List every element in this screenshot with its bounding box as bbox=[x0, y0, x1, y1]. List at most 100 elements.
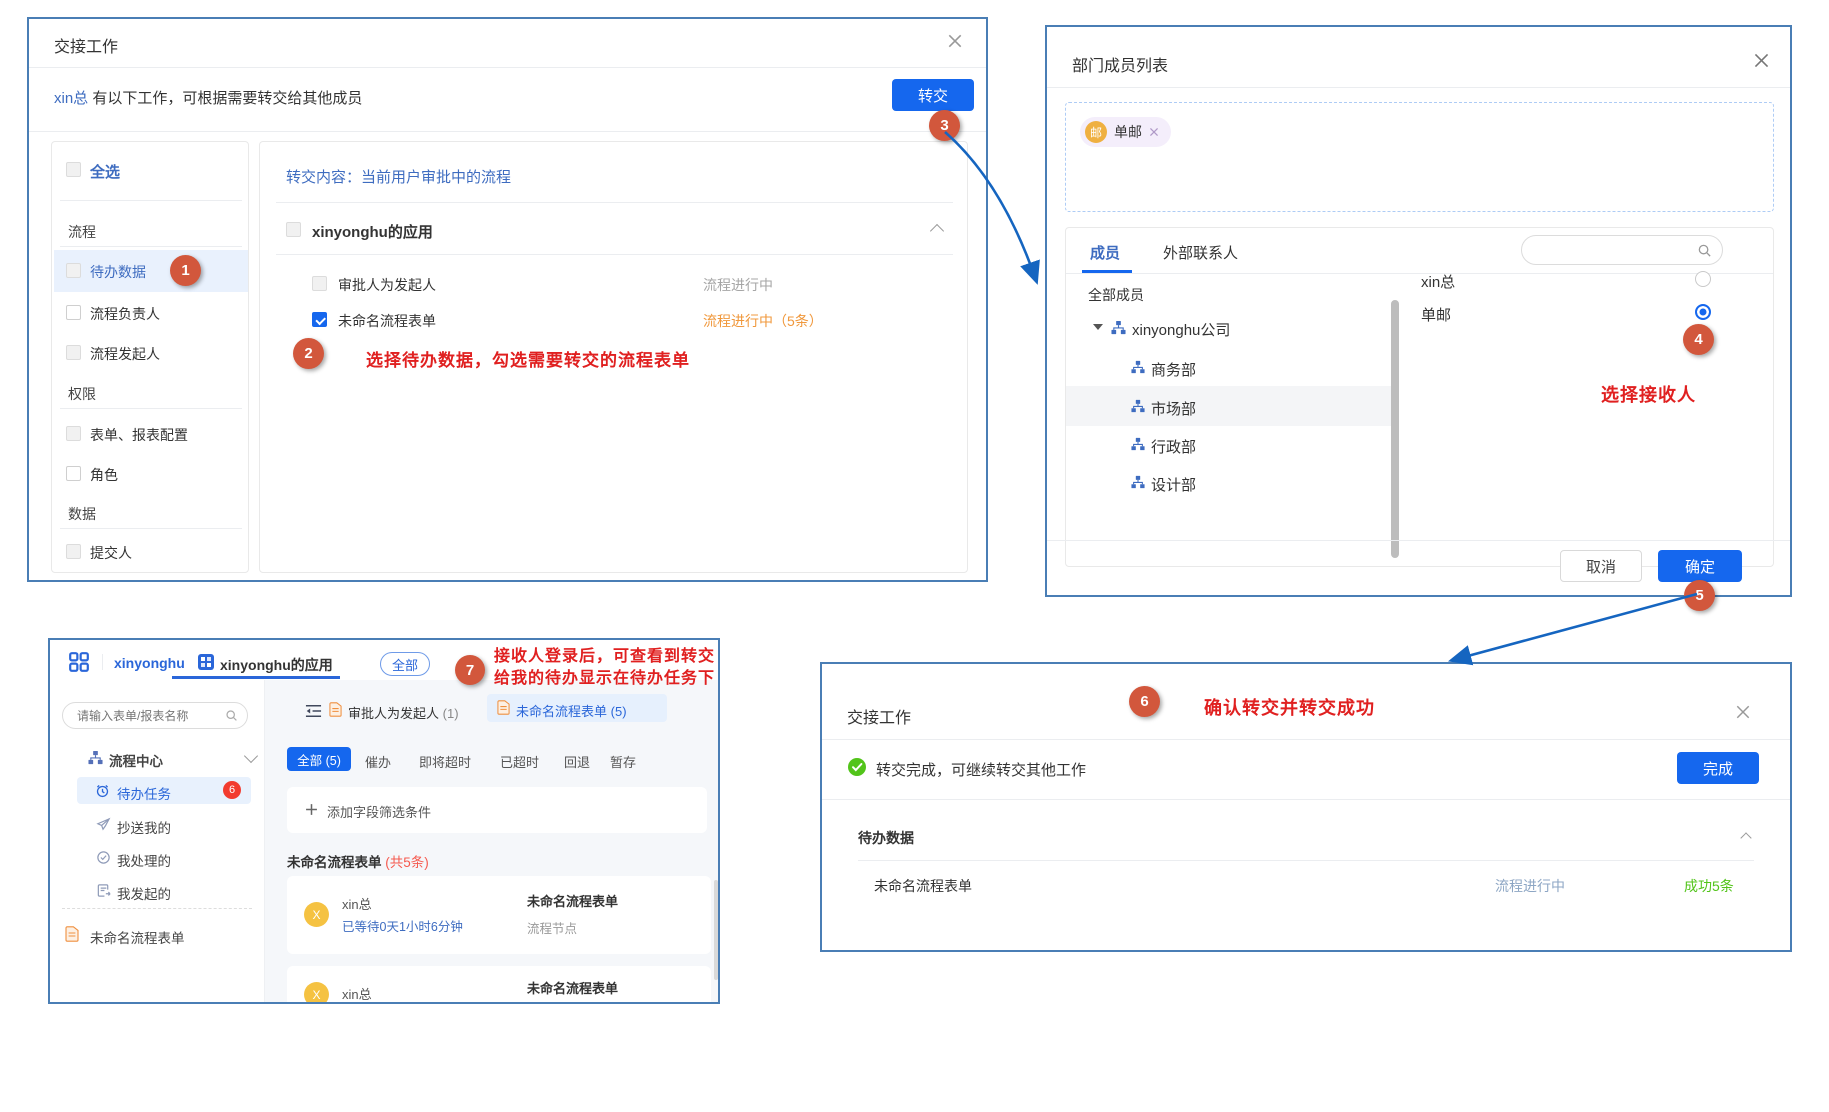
confirm-button[interactable]: 确定 bbox=[1658, 550, 1742, 582]
todo-data-label[interactable]: 待办数据 bbox=[90, 262, 146, 282]
nav-todo-label[interactable]: 待办任务 bbox=[117, 783, 171, 803]
success-check-icon bbox=[847, 757, 867, 777]
tree-dept-label[interactable]: 商务部 bbox=[1151, 359, 1196, 380]
subtitle-user: xin总 bbox=[54, 90, 88, 107]
chevron-down-icon[interactable] bbox=[244, 749, 258, 763]
avatar: 邮 bbox=[1085, 121, 1107, 143]
tab-form-label[interactable]: 未命名流程表单 bbox=[516, 704, 607, 719]
todo-card-1[interactable]: X xin总 已等待0天1小时6分钟 未命名流程表单 流程节点 bbox=[287, 876, 711, 954]
result-form-label: 未命名流程表单 bbox=[874, 876, 972, 896]
remove-tag-icon[interactable] bbox=[1149, 127, 1159, 137]
sidebar-item-submitter[interactable]: 提交人 bbox=[90, 543, 132, 563]
nav-item-form[interactable]: 未命名流程表单 bbox=[90, 927, 185, 947]
document-icon bbox=[497, 700, 510, 715]
divider bbox=[102, 654, 103, 670]
section-data: 数据 bbox=[68, 504, 96, 524]
member-radio[interactable] bbox=[1695, 271, 1711, 287]
sidebar-item-owner[interactable]: 流程负责人 bbox=[90, 304, 160, 324]
sidebar-item-role[interactable]: 角色 bbox=[90, 465, 118, 485]
filter-urge[interactable]: 催办 bbox=[365, 752, 391, 771]
result-success: 成功5条 bbox=[1684, 876, 1734, 896]
member-row-1[interactable]: xin总 bbox=[1406, 266, 1766, 296]
todo-card-2[interactable]: X xin总 未命名流程表单 bbox=[287, 966, 711, 1004]
tutorial-canvas: 交接工作 xin总 有以下工作，可根据需要转交给其他成员 转交 3 全选 流程 … bbox=[0, 0, 1829, 1112]
select-all-checkbox[interactable] bbox=[66, 162, 81, 177]
initiator-checkbox[interactable] bbox=[66, 345, 81, 360]
divider bbox=[60, 246, 242, 247]
add-filter-box[interactable]: 添加字段筛选条件 bbox=[287, 787, 707, 833]
app-group-checkbox[interactable] bbox=[286, 222, 301, 237]
close-icon[interactable] bbox=[1753, 52, 1770, 69]
member-name: xin总 bbox=[1421, 271, 1455, 292]
tab-external[interactable]: 外部联系人 bbox=[1163, 242, 1238, 263]
tree-node-dept2[interactable]: 市场部 bbox=[1066, 386, 1391, 426]
sidebar-item-todo-data[interactable]: 待办数据 bbox=[54, 250, 248, 292]
close-icon[interactable] bbox=[947, 33, 963, 49]
dashed-divider bbox=[62, 908, 252, 909]
org-icon bbox=[1131, 437, 1145, 451]
search-icon[interactable] bbox=[225, 709, 238, 722]
chevron-up-icon[interactable] bbox=[930, 224, 944, 238]
submitter-checkbox[interactable] bbox=[66, 544, 81, 559]
sidebar-item-form-report[interactable]: 表单、报表配置 bbox=[90, 425, 188, 445]
select-all-label[interactable]: 全选 bbox=[90, 161, 120, 182]
filter-soon-overdue[interactable]: 即将超时 bbox=[419, 752, 471, 771]
tree-node-dept1[interactable]: 商务部 bbox=[1066, 350, 1391, 386]
divider bbox=[60, 200, 242, 201]
grid-icon[interactable] bbox=[68, 651, 90, 673]
nav-item-processed[interactable]: 我处理的 bbox=[117, 850, 171, 870]
filter-draft[interactable]: 暂存 bbox=[610, 752, 636, 771]
row1-checkbox[interactable] bbox=[312, 276, 327, 291]
nav-item-initiated[interactable]: 我发起的 bbox=[117, 883, 171, 903]
tab-members[interactable]: 成员 bbox=[1090, 242, 1120, 263]
tree-node-company[interactable]: xinyonghu公司 bbox=[1066, 312, 1391, 346]
close-icon[interactable] bbox=[1735, 704, 1751, 720]
cancel-button[interactable]: 取消 bbox=[1560, 550, 1642, 582]
selected-members-box[interactable]: 邮 单邮 bbox=[1065, 102, 1774, 212]
owner-checkbox[interactable] bbox=[66, 305, 81, 320]
chevron-up-icon[interactable] bbox=[1740, 832, 1751, 843]
sidebar-item-initiator[interactable]: 流程发起人 bbox=[90, 344, 160, 364]
section-process: 流程 bbox=[68, 222, 96, 242]
nav-item-cc[interactable]: 抄送我的 bbox=[117, 817, 171, 837]
member-search[interactable] bbox=[1521, 235, 1723, 265]
tree-scrollbar[interactable] bbox=[1391, 300, 1399, 558]
brand-label[interactable]: xinyonghu bbox=[114, 655, 185, 671]
divider bbox=[60, 408, 242, 409]
add-filter-label[interactable]: 添加字段筛选条件 bbox=[327, 802, 431, 821]
tab-form-active[interactable]: 未命名流程表单 (5) bbox=[487, 694, 667, 722]
org-icon bbox=[1111, 320, 1126, 335]
divider bbox=[858, 860, 1754, 861]
app-tab-label[interactable]: xinyonghu的应用 bbox=[220, 655, 333, 675]
tree-dept-label[interactable]: 设计部 bbox=[1151, 474, 1196, 495]
role-checkbox[interactable] bbox=[66, 466, 81, 481]
filter-overdue[interactable]: 已超时 bbox=[500, 752, 539, 771]
row2-checkbox[interactable] bbox=[312, 312, 327, 327]
todo-data-checkbox[interactable] bbox=[66, 263, 81, 278]
card-node: 流程节点 bbox=[527, 918, 577, 937]
form-search[interactable] bbox=[62, 702, 248, 729]
nav-item-todo[interactable]: 待办任务 6 bbox=[77, 777, 251, 804]
list-scrollbar[interactable] bbox=[714, 880, 718, 980]
transfer-button[interactable]: 转交 bbox=[892, 79, 974, 111]
tree-dept-label[interactable]: 行政部 bbox=[1151, 436, 1196, 457]
tree-node-dept3[interactable]: 行政部 bbox=[1066, 426, 1391, 462]
caret-down-icon[interactable] bbox=[1093, 324, 1103, 330]
tree-company-label[interactable]: xinyonghu公司 bbox=[1132, 319, 1230, 340]
member-search-input[interactable] bbox=[1536, 242, 1697, 259]
search-icon[interactable] bbox=[1697, 243, 1712, 258]
form-search-input[interactable] bbox=[75, 708, 225, 724]
member-radio-selected[interactable] bbox=[1695, 304, 1711, 320]
collapse-sidebar-icon[interactable] bbox=[305, 704, 322, 718]
finish-button[interactable]: 完成 bbox=[1677, 752, 1759, 784]
tree-node-dept4[interactable]: 设计部 bbox=[1066, 464, 1391, 500]
tab-approver-label[interactable]: 审批人为发起人 bbox=[348, 706, 439, 721]
member-row-2[interactable]: 单邮 bbox=[1406, 299, 1766, 329]
filter-rollback[interactable]: 回退 bbox=[564, 752, 590, 771]
form-report-checkbox[interactable] bbox=[66, 426, 81, 441]
nav-process-center[interactable]: 流程中心 bbox=[109, 750, 163, 770]
step-badge-1: 1 bbox=[170, 255, 201, 286]
tree-dept-label[interactable]: 市场部 bbox=[1151, 398, 1196, 419]
scope-pill[interactable]: 全部 bbox=[380, 652, 430, 676]
filter-all[interactable]: 全部 (5) bbox=[287, 747, 351, 771]
